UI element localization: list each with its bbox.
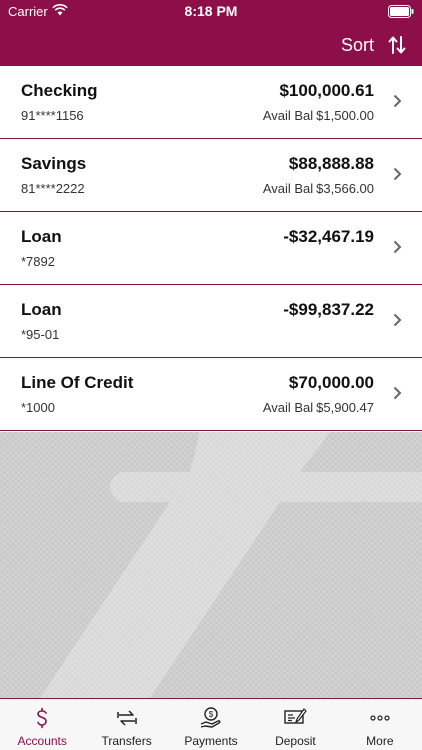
account-row-checking[interactable]: Checking 91****1156 $100,000.61 Avail Ba… <box>0 66 422 139</box>
account-row-line-of-credit[interactable]: Line Of Credit *1000 $70,000.00 Avail Ba… <box>0 358 422 431</box>
account-name: Savings <box>21 154 87 173</box>
account-balance: -$32,467.19 <box>283 227 374 246</box>
sort-label: Sort <box>340 34 374 55</box>
account-balance: $70,000.00 <box>288 373 374 392</box>
check-deposit-icon <box>284 708 308 724</box>
account-balance: $100,000.61 <box>279 81 374 100</box>
nav-bar: Sort <box>0 24 422 66</box>
more-dots-icon <box>370 715 390 721</box>
status-time: 8:18 PM <box>184 3 238 19</box>
account-row-loan[interactable]: Loan *95-01 -$99,837.22 <box>0 285 422 358</box>
chevron-right-icon <box>393 386 402 400</box>
payment-hand-icon: $ <box>200 707 221 728</box>
tab-label: Payments <box>184 734 238 748</box>
available-balance-prefix: Avail Bal <box>262 108 314 123</box>
status-bar: Carrier 8:18 PM <box>0 0 422 24</box>
available-balance-value: $5,900.47 <box>316 400 374 415</box>
chevron-right-icon <box>393 240 402 254</box>
account-number: 81****2222 <box>21 181 85 196</box>
available-balance-value: $1,500.00 <box>316 108 374 123</box>
chevron-right-icon <box>393 167 402 181</box>
dollar-icon <box>37 707 48 729</box>
chevron-right-icon <box>393 94 402 108</box>
account-number: 91****1156 <box>21 108 84 123</box>
chevron-right-icon <box>393 313 402 327</box>
account-name: Line Of Credit <box>21 373 134 392</box>
tab-deposit[interactable]: Deposit <box>253 699 337 750</box>
tab-label: More <box>366 734 394 748</box>
account-balance: -$99,837.22 <box>283 300 374 319</box>
available-balance-value: $3,566.00 <box>316 181 374 196</box>
svg-text:$: $ <box>209 710 214 719</box>
tab-transfers[interactable]: Transfers <box>84 699 168 750</box>
account-list: Checking 91****1156 $100,000.61 Avail Ba… <box>0 66 422 431</box>
account-number: *7892 <box>21 254 55 269</box>
available-balance: Avail Bal $5,900.47 <box>263 400 374 415</box>
background-watermark <box>0 432 422 698</box>
available-balance-prefix: Avail Bal <box>262 181 314 196</box>
tab-accounts[interactable]: Accounts <box>0 699 84 750</box>
account-row-loan[interactable]: Loan *7892 -$32,467.19 <box>0 212 422 285</box>
available-balance-prefix: Avail Bal <box>262 400 314 415</box>
tab-label: Accounts <box>17 734 67 748</box>
account-number: *95-01 <box>21 327 60 342</box>
sort-arrows-icon <box>388 36 406 54</box>
tab-payments[interactable]: $ Payments <box>169 699 253 750</box>
account-name: Loan <box>21 300 62 319</box>
account-balance: $88,888.88 <box>288 154 374 173</box>
tab-label: Transfers <box>101 734 152 748</box>
sort-button[interactable]: Sort <box>341 30 406 60</box>
available-balance: Avail Bal $3,566.00 <box>263 181 374 196</box>
tab-bar: Accounts Transfers $ Payments Deposit Mo… <box>0 698 422 750</box>
account-name: Checking <box>21 81 98 100</box>
transfer-arrows-icon <box>116 710 137 726</box>
account-row-savings[interactable]: Savings 81****2222 $88,888.88 Avail Bal $… <box>0 139 422 212</box>
account-number: *1000 <box>21 400 55 415</box>
brand-watermark-logo <box>40 432 422 698</box>
tab-label: Deposit <box>275 734 316 748</box>
account-name: Loan <box>21 227 62 246</box>
tab-more[interactable]: More <box>338 699 422 750</box>
available-balance: Avail Bal $1,500.00 <box>263 108 374 123</box>
battery-icon <box>388 5 414 18</box>
